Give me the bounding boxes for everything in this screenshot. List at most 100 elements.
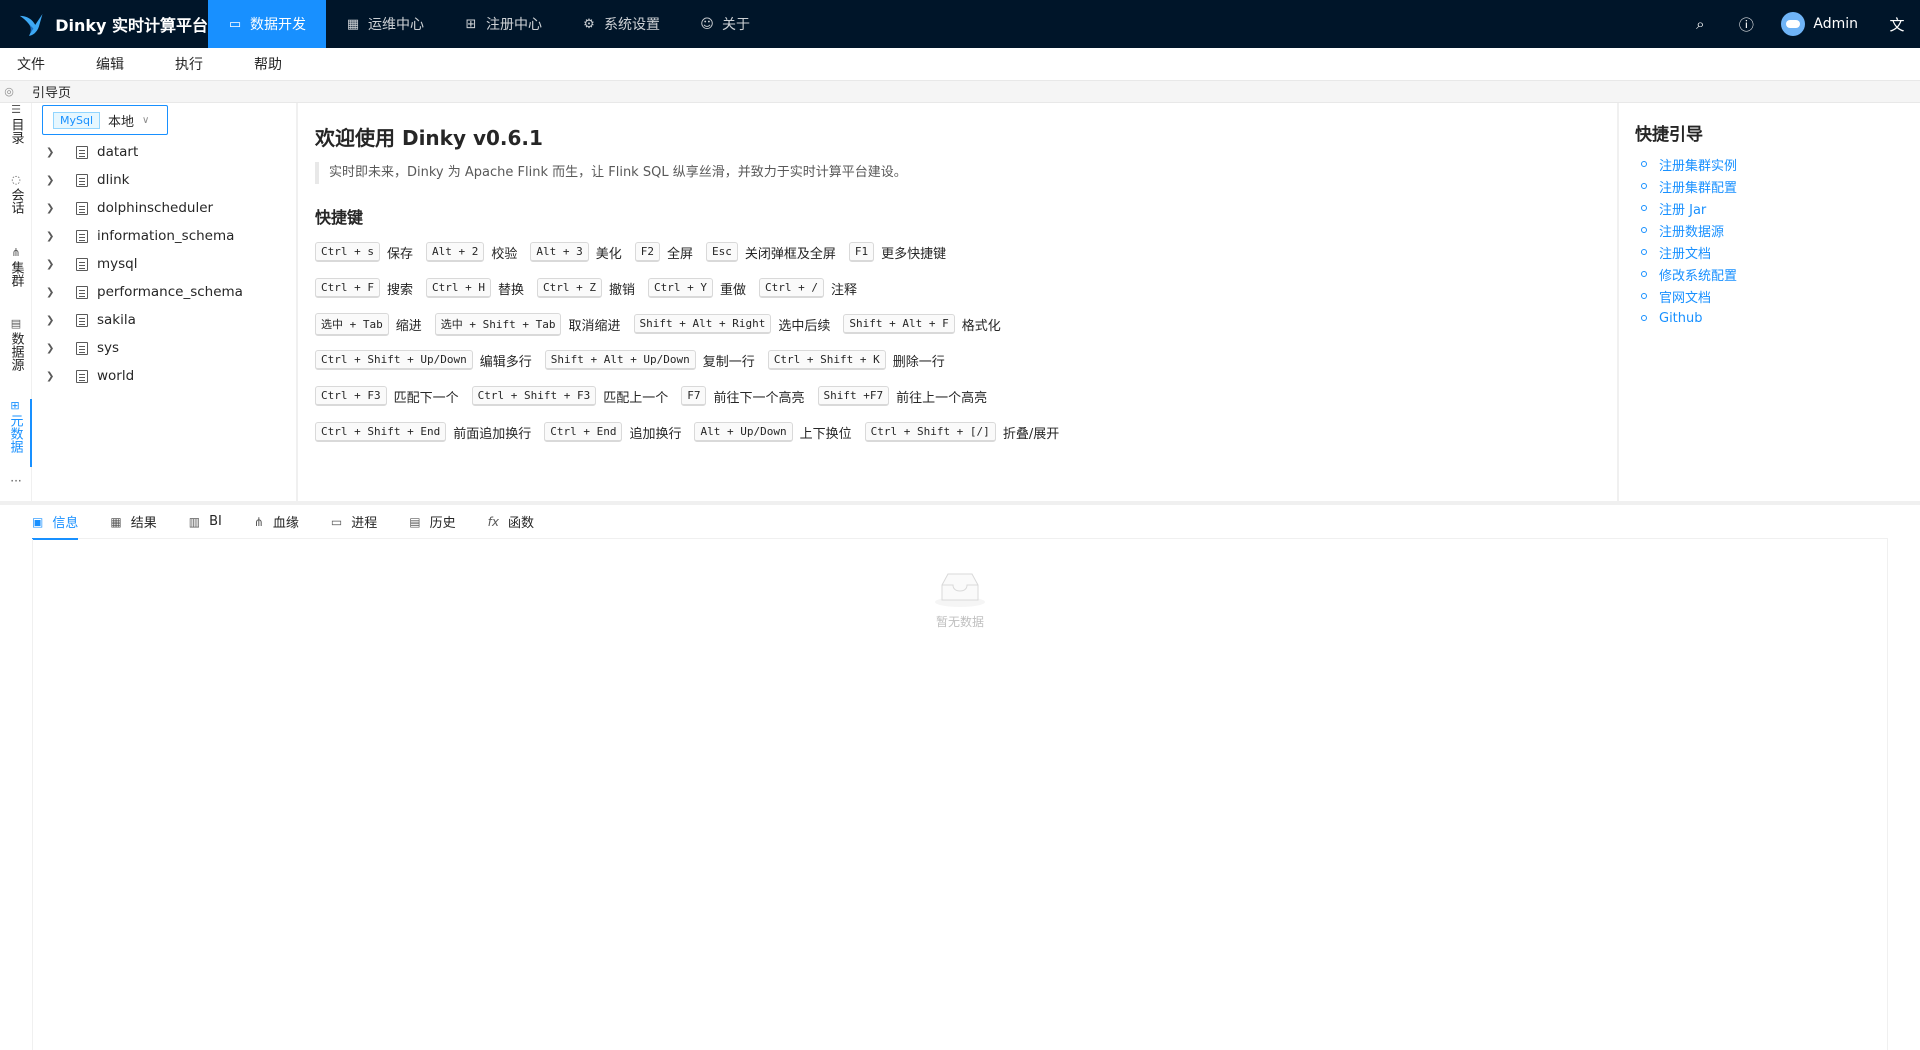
tree-node-label: datart xyxy=(97,144,139,160)
shortcut-desc: 注释 xyxy=(830,282,857,298)
shortcut-key: Ctrl + F3 xyxy=(315,386,387,406)
nav-label: 数据开发 xyxy=(250,17,306,33)
guide-link-label: Github xyxy=(1659,310,1703,326)
shortcut-key: Ctrl + s xyxy=(315,242,380,262)
guide-link[interactable]: 修改系统配置 xyxy=(1641,263,1737,285)
chevron-right-icon[interactable]: ❯ xyxy=(46,203,66,214)
shortcut-key: Esc xyxy=(706,242,738,262)
shortcut-key: Shift + Alt + Up/Down xyxy=(544,350,696,370)
menu-run[interactable]: 执行 xyxy=(158,54,224,74)
shortcut-title: 快捷键 xyxy=(315,208,364,227)
nav-settings[interactable]: ⚙ 系统设置 xyxy=(562,0,680,48)
appstore-icon: ⊞ xyxy=(465,16,477,32)
tree-node[interactable]: ❯ mysql xyxy=(32,250,296,278)
bullet-icon xyxy=(1641,205,1647,211)
chevron-right-icon[interactable]: ❯ xyxy=(46,315,66,326)
message-icon: ◌ xyxy=(11,173,21,186)
tree-node-label: performance_schema xyxy=(97,284,243,300)
shortcut-item: Esc 关闭弹框及全屏 xyxy=(706,242,836,262)
sidebar-item-catalog[interactable]: ☰ 目录 xyxy=(0,103,32,144)
chevron-right-icon[interactable]: ❯ xyxy=(46,287,66,298)
tree-node[interactable]: ❯ dlink xyxy=(32,166,296,194)
tab-label: BI xyxy=(209,514,222,529)
sidebar-item-datasource[interactable]: ▤ 数据源 xyxy=(0,317,32,371)
menu-edit[interactable]: 编辑 xyxy=(79,54,145,74)
shortcut-key: F2 xyxy=(634,242,660,262)
shortcut-desc: 格式化 xyxy=(961,318,1001,334)
guide-link[interactable]: Github xyxy=(1641,307,1737,329)
menu-file[interactable]: 文件 xyxy=(0,54,66,74)
nav-label: 系统设置 xyxy=(604,17,660,33)
more-icon[interactable]: ··· xyxy=(0,474,32,488)
chevron-right-icon[interactable]: ❯ xyxy=(46,147,66,158)
search-icon[interactable]: ⌕ xyxy=(1677,15,1723,33)
shortcut-item: Shift +F7 前往上一个高亮 xyxy=(817,386,987,406)
chevron-right-icon[interactable]: ❯ xyxy=(46,343,66,354)
shortcut-row: Ctrl + F 搜索 Ctrl + H 替换 Ctrl + Z 撤销 Ctrl + Y 重做… xyxy=(315,270,1072,306)
shortcut-desc: 美化 xyxy=(595,246,622,262)
app-logo[interactable]: Dinky 实时计算平台 xyxy=(0,0,208,48)
shortcut-key: 选中 + Tab xyxy=(315,312,389,336)
datasource-select[interactable]: MySql 本地 ∨ xyxy=(42,105,168,135)
shortcut-key: Alt + Up/Down xyxy=(694,422,793,442)
tab-process[interactable]: ▭ 进程 xyxy=(331,505,377,539)
shortcut-item: Shift + Alt + Up/Down 复制一行 xyxy=(544,350,755,370)
database-icon xyxy=(76,285,88,299)
user-menu[interactable]: Admin xyxy=(1769,12,1874,36)
app-title: Dinky 实时计算平台 xyxy=(55,16,208,35)
translate-icon[interactable]: 文 xyxy=(1874,14,1920,35)
tab-result[interactable]: ▦ 结果 xyxy=(110,505,156,539)
tree-node[interactable]: ❯ dolphinscheduler xyxy=(32,194,296,222)
guide-link[interactable]: 注册 Jar xyxy=(1641,197,1737,219)
tab-lineage[interactable]: ⋔ 血缘 xyxy=(254,505,299,539)
sidebar-item-cluster[interactable]: ⋔ 集群 xyxy=(0,246,32,287)
cluster-icon: ⋔ xyxy=(11,246,21,259)
chevron-right-icon[interactable]: ❯ xyxy=(46,175,66,186)
nav-registry[interactable]: ⊞ 注册中心 xyxy=(444,0,562,48)
shortcut-desc: 搜索 xyxy=(386,282,413,298)
monitor-icon: ▭ xyxy=(228,16,242,32)
nav-data-dev[interactable]: ▭ 数据开发 xyxy=(208,0,326,48)
guide-link[interactable]: 注册集群实例 xyxy=(1641,153,1737,175)
nav-ops-center[interactable]: ▦ 运维中心 xyxy=(326,0,444,48)
tab-bi[interactable]: ▥ BI xyxy=(189,505,222,539)
tab-info[interactable]: ▣ 信息 xyxy=(32,505,79,540)
shortcut-key: 选中 + Shift + Tab xyxy=(434,312,562,336)
tab-guide[interactable]: 引导页 xyxy=(32,82,71,101)
chevron-right-icon[interactable]: ❯ xyxy=(46,371,66,382)
shortcut-desc: 折叠/展开 xyxy=(1002,426,1060,442)
guide-link-label: 注册集群配置 xyxy=(1659,180,1738,196)
tree-node[interactable]: ❯ performance_schema xyxy=(32,278,296,306)
sidebar-item-label: 目录 xyxy=(8,118,24,144)
database-icon xyxy=(76,201,88,215)
guide-link[interactable]: 官网文档 xyxy=(1641,285,1737,307)
guide-link[interactable]: 注册文档 xyxy=(1641,241,1737,263)
tree-node[interactable]: ❯ datart xyxy=(32,138,296,166)
code-icon: ▣ xyxy=(32,514,44,529)
chevron-right-icon[interactable]: ❯ xyxy=(46,259,66,270)
guide-list: 注册集群实例 注册集群配置 注册 Jar 注册数据源 注册文档 修改系统配置 官… xyxy=(1641,153,1737,329)
sidebar-item-metadata[interactable]: ⊞ 元数据 xyxy=(0,399,32,467)
shortcut-item: Ctrl + Y 重做 xyxy=(648,278,746,298)
metadata-panel: MySql 本地 ∨ ❯ datart ❯ dlink ❯ dolphinschedu… xyxy=(32,103,296,503)
tree-node[interactable]: ❯ sakila xyxy=(32,306,296,334)
sidebar-item-session[interactable]: ◌ 会话 xyxy=(0,173,32,214)
menu-help[interactable]: 帮助 xyxy=(237,54,303,74)
sidebar-item-label: 数据源 xyxy=(8,332,24,371)
guide-link-label: 注册文档 xyxy=(1659,246,1712,262)
shortcut-item: Ctrl + Shift + [/] 折叠/展开 xyxy=(864,422,1060,442)
guide-link[interactable]: 注册集群配置 xyxy=(1641,175,1737,197)
shortcut-item: Alt + Up/Down 上下换位 xyxy=(694,422,852,442)
tree-node[interactable]: ❯ information_schema xyxy=(32,222,296,250)
nav-about[interactable]: ☺ 关于 xyxy=(680,0,770,48)
guide-link[interactable]: 注册数据源 xyxy=(1641,219,1737,241)
chevron-right-icon[interactable]: ❯ xyxy=(46,231,66,242)
tree-node-label: information_schema xyxy=(97,228,235,244)
shortcut-item: Alt + 3 美化 xyxy=(530,242,622,262)
help-icon[interactable]: ⓘ xyxy=(1723,14,1769,35)
tree-node[interactable]: ❯ sys xyxy=(32,334,296,362)
tab-function[interactable]: fx 函数 xyxy=(488,505,534,539)
tree-node[interactable]: ❯ world xyxy=(32,362,296,390)
shortcut-key: Ctrl + Shift + End xyxy=(315,422,447,442)
tab-history[interactable]: ▤ 历史 xyxy=(409,505,455,539)
